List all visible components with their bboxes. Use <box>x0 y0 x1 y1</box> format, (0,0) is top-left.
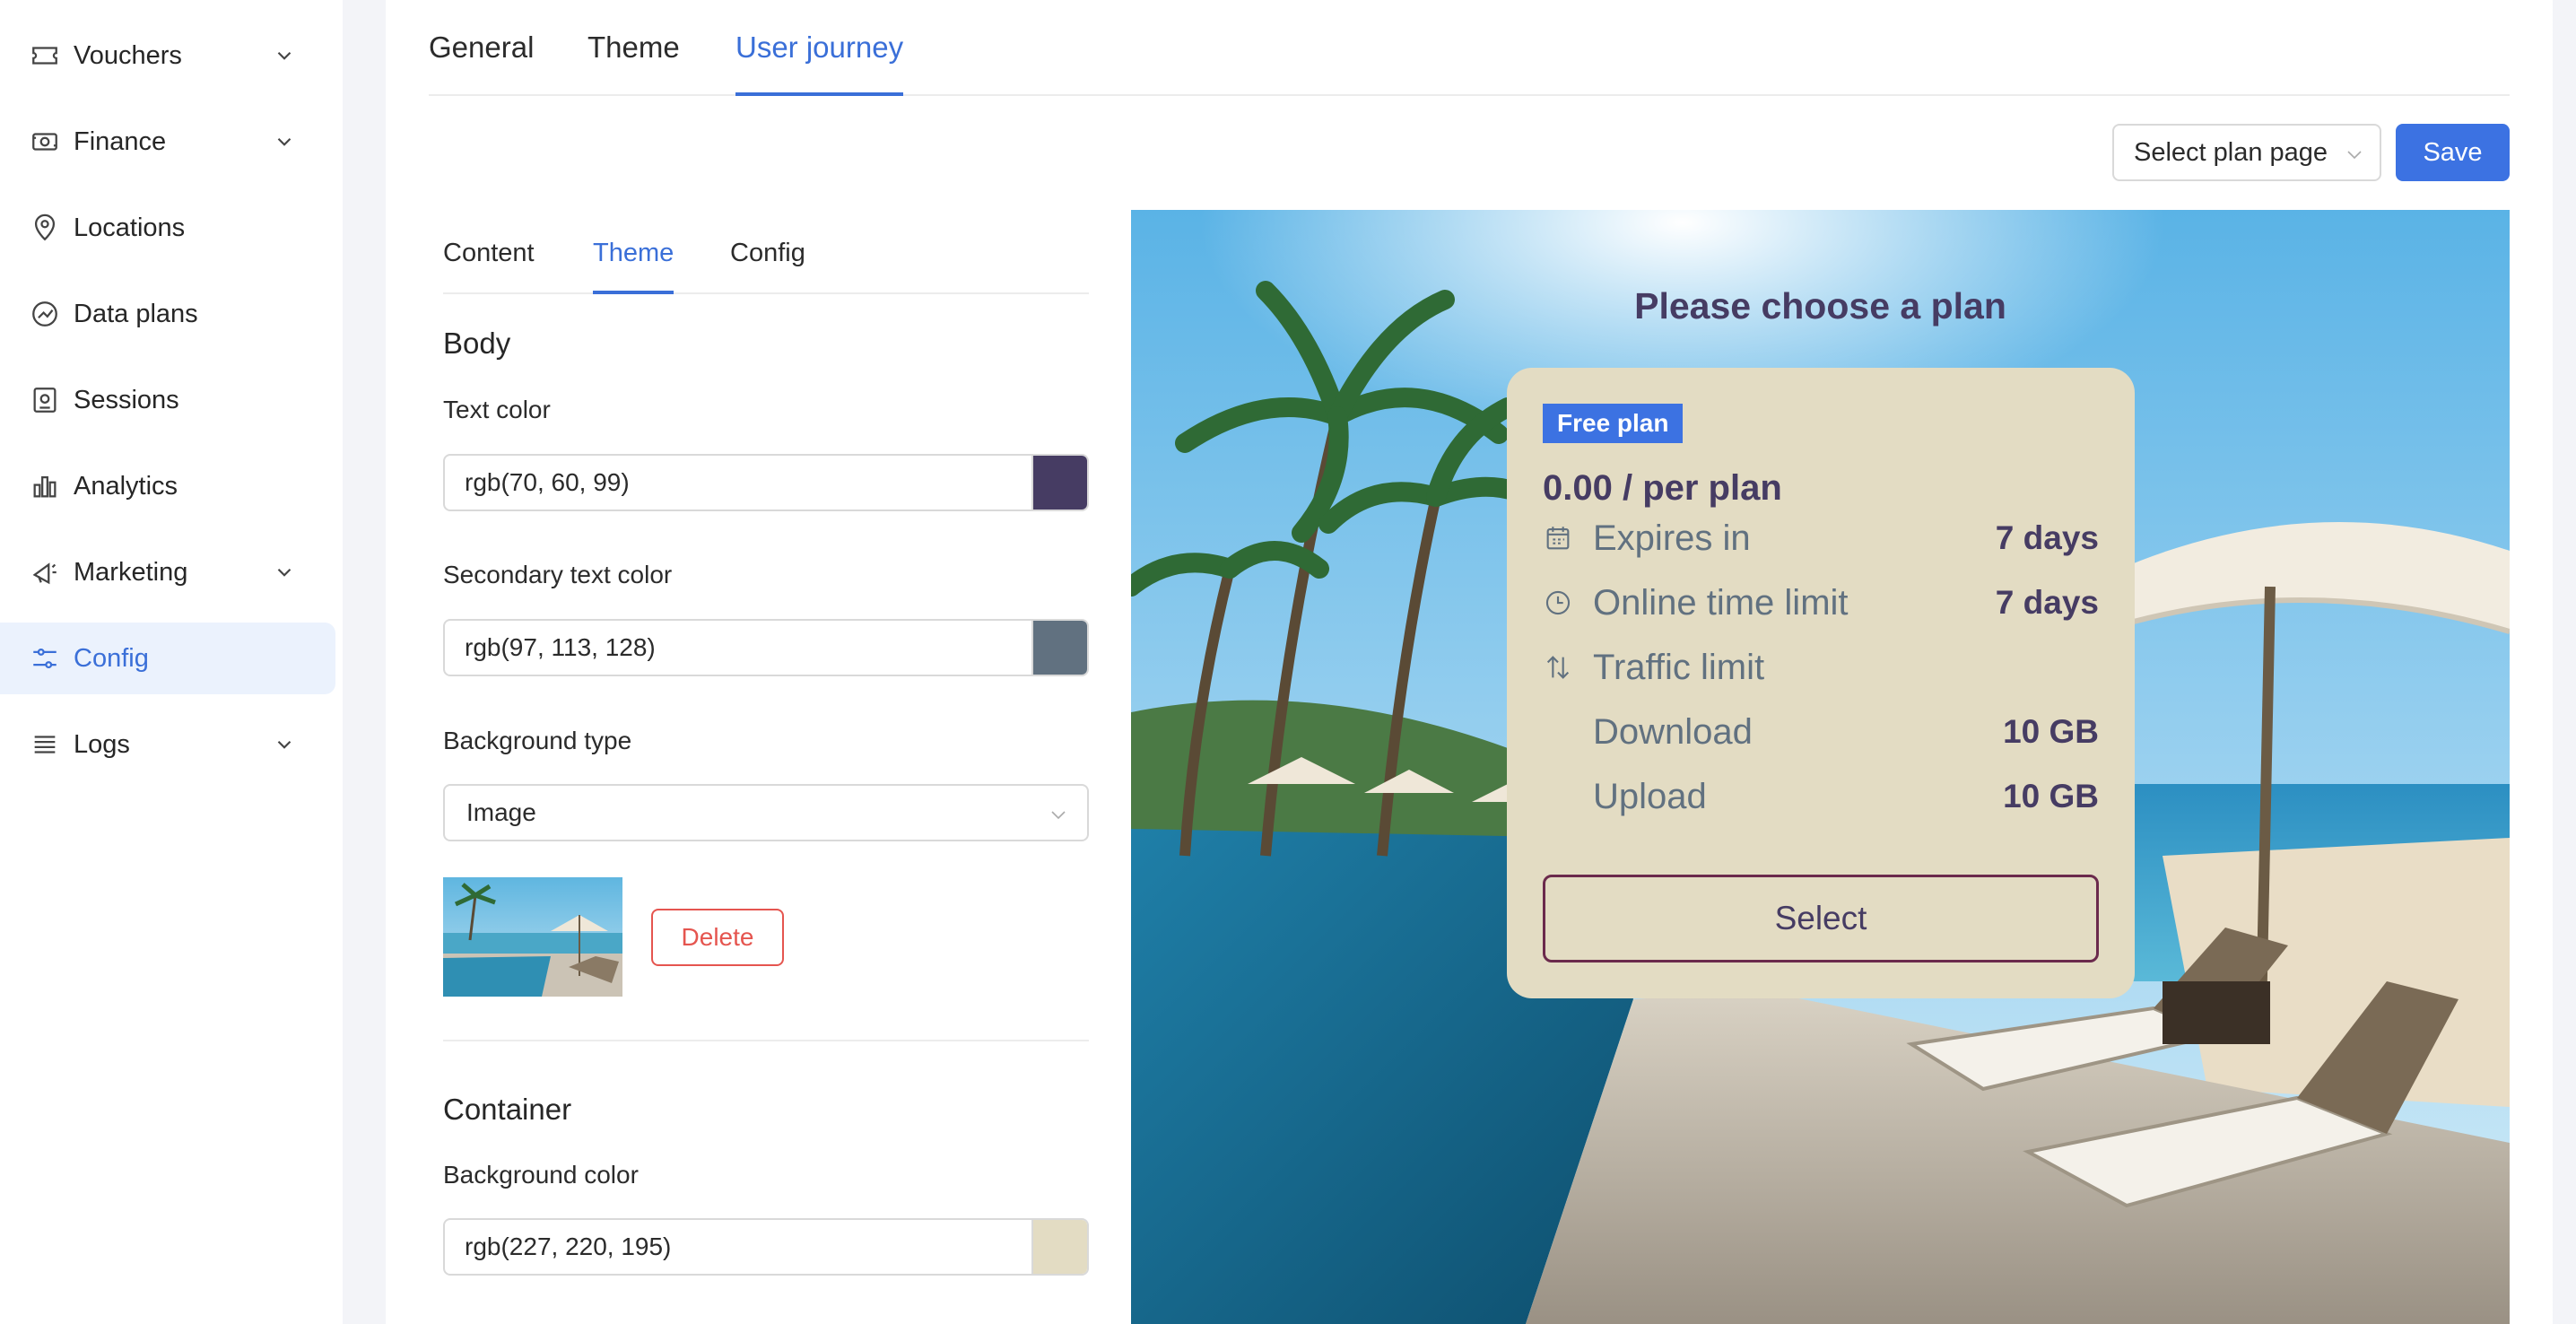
plan-row-download: Download 10 GB <box>1543 705 2099 759</box>
chevron-down-icon <box>277 568 292 577</box>
data-plans-icon <box>27 296 63 332</box>
plan-row-label: Traffic limit <box>1593 647 1765 687</box>
megaphone-icon <box>27 554 63 590</box>
plan-price: 0.00 / per plan <box>1543 468 1782 508</box>
background-type-select[interactable]: Image <box>443 784 1089 841</box>
tab-general[interactable]: General <box>429 0 534 94</box>
background-type-label: Background type <box>443 727 632 754</box>
sidebar-item-config[interactable]: Config <box>0 623 335 694</box>
plan-row-label: Expires in <box>1593 518 1751 558</box>
sidebar-item-locations[interactable]: Locations <box>0 192 335 264</box>
list-icon <box>27 727 63 762</box>
sidebar-item-analytics[interactable]: Analytics <box>0 450 335 522</box>
save-button[interactable]: Save <box>2396 124 2510 181</box>
page-select[interactable]: Select plan page <box>2112 124 2381 181</box>
sliders-icon <box>27 640 63 676</box>
tab-user-journey[interactable]: User journey <box>735 0 904 96</box>
container-section-title: Container <box>443 1093 572 1126</box>
plan-row-online-time: Online time limit 7 days <box>1543 576 2099 630</box>
plan-row-upload: Upload 10 GB <box>1543 770 2099 823</box>
money-icon <box>27 124 63 160</box>
chevron-down-icon <box>2347 151 2362 160</box>
plan-row-expires: Expires in 7 days <box>1543 511 2099 565</box>
plan-row-label: Download <box>1593 711 1753 752</box>
sidebar-item-label: Data plans <box>74 299 198 328</box>
chevron-down-icon <box>277 51 292 60</box>
chevron-down-icon <box>277 740 292 749</box>
location-pin-icon <box>27 210 63 246</box>
sidebar: Vouchers Finance Locations Data plans Se… <box>0 0 343 1324</box>
preview-title: Please choose a plan <box>1634 285 2006 327</box>
sidebar-item-finance[interactable]: Finance <box>0 106 335 178</box>
plan-row-value: 7 days <box>1995 584 2099 621</box>
clock-icon <box>1543 585 1579 621</box>
plan-row-value: 10 GB <box>2003 778 2099 814</box>
text-color-label: Text color <box>443 396 551 423</box>
container-bg-color-value: rgb(227, 220, 195) <box>465 1233 672 1260</box>
sidebar-item-label: Sessions <box>74 385 179 414</box>
sessions-icon <box>27 382 63 418</box>
plan-row-value: 7 days <box>1995 519 2099 556</box>
text-color-value: rgb(70, 60, 99) <box>465 468 630 496</box>
ticket-icon <box>27 38 63 74</box>
sidebar-item-logs[interactable]: Logs <box>0 709 335 780</box>
text-color-swatch[interactable] <box>1031 456 1087 510</box>
chevron-down-icon <box>1051 811 1066 820</box>
sidebar-item-label: Analytics <box>74 471 178 501</box>
page-select-value: Select plan page <box>2134 137 2328 167</box>
container-bg-color-swatch[interactable] <box>1031 1220 1087 1274</box>
tab-theme-settings[interactable]: Theme <box>593 213 674 294</box>
plan-badge: Free plan <box>1543 404 1684 443</box>
delete-image-button[interactable]: Delete <box>651 909 784 966</box>
background-type-value: Image <box>466 798 536 826</box>
bar-chart-icon <box>27 468 63 504</box>
secondary-text-color-field[interactable]: rgb(97, 113, 128) <box>443 619 1089 676</box>
sidebar-item-data-plans[interactable]: Data plans <box>0 278 335 350</box>
sidebar-item-label: Vouchers <box>74 40 182 70</box>
scroll-gutter <box>2553 0 2576 1324</box>
main-content: General Theme User journey Select plan p… <box>386 0 2553 1324</box>
background-image-thumbnail <box>443 877 622 997</box>
sidebar-item-label: Logs <box>74 729 130 759</box>
text-color-field[interactable]: rgb(70, 60, 99) <box>443 454 1089 511</box>
sidebar-item-vouchers[interactable]: Vouchers <box>0 20 335 91</box>
container-bg-color-field[interactable]: rgb(227, 220, 195) <box>443 1218 1089 1276</box>
calendar-icon <box>1543 520 1579 556</box>
plan-row-value: 10 GB <box>2003 713 2099 750</box>
body-section-title: Body <box>443 327 511 360</box>
section-divider <box>443 1040 1089 1041</box>
tab-config[interactable]: Config <box>730 213 805 292</box>
sidebar-item-label: Finance <box>74 126 167 156</box>
settings-tabs: Content Theme Config <box>443 213 1089 294</box>
preview-panel: Please choose a plan Free plan 0.00 / pe… <box>1131 210 2510 1324</box>
sidebar-item-label: Marketing <box>74 557 188 587</box>
container-bg-color-label: Background color <box>443 1161 639 1189</box>
transfer-arrows-icon <box>1543 649 1579 685</box>
sidebar-item-label: Locations <box>74 213 186 242</box>
sidebar-item-sessions[interactable]: Sessions <box>0 364 335 436</box>
plan-row-label: Upload <box>1593 776 1707 816</box>
sidebar-item-marketing[interactable]: Marketing <box>0 536 335 608</box>
secondary-text-color-value: rgb(97, 113, 128) <box>465 633 656 661</box>
plan-row-label: Online time limit <box>1593 582 1849 623</box>
secondary-text-color-label: Secondary text color <box>443 561 673 588</box>
chevron-down-icon <box>277 137 292 146</box>
secondary-text-color-swatch[interactable] <box>1031 621 1087 675</box>
sidebar-item-label: Config <box>74 643 149 673</box>
tab-theme[interactable]: Theme <box>587 0 680 94</box>
top-tabs: General Theme User journey <box>429 0 2510 96</box>
plan-card: Free plan 0.00 / per plan Expires in 7 d… <box>1507 368 2135 998</box>
plan-row-traffic: Traffic limit <box>1543 640 2099 694</box>
tab-content[interactable]: Content <box>443 213 535 292</box>
select-plan-button[interactable]: Select <box>1543 875 2099 963</box>
